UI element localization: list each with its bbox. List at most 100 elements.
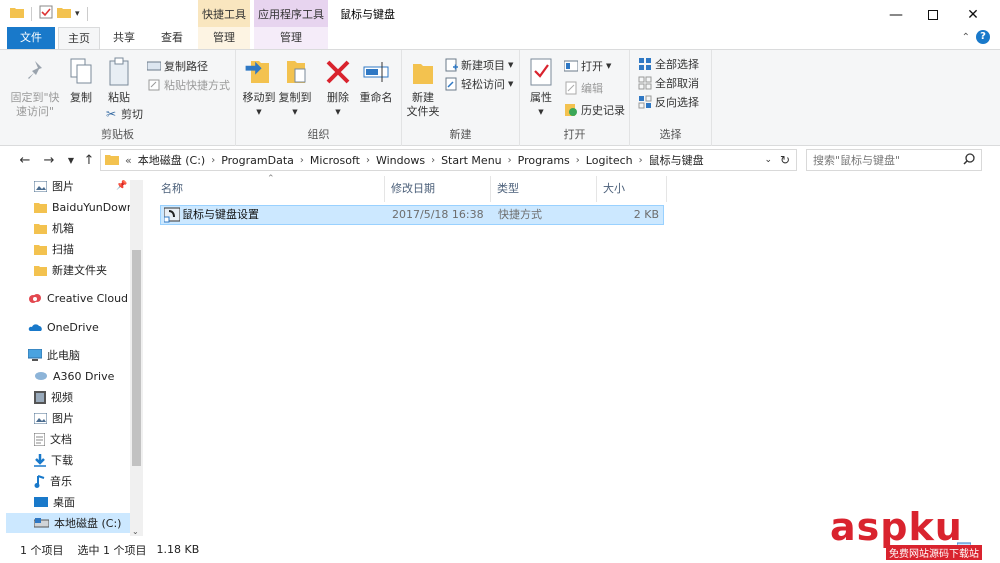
delete-dropdown-icon: ▼ <box>335 108 341 116</box>
breadcrumb-item[interactable]: Start Menu <box>441 154 502 167</box>
easy-access-button[interactable]: 轻松访问 ▼ <box>444 75 513 93</box>
select-none-button[interactable]: 全部取消 <box>638 74 699 92</box>
nav-scrollbar-thumb[interactable] <box>132 250 141 466</box>
nav-item[interactable]: BaiduYunDown <box>0 197 130 217</box>
pin-quick-access-button[interactable]: 固定到"快 速访问" <box>10 56 60 119</box>
nav-item[interactable]: 本地磁盘 (C:) <box>6 513 130 533</box>
breadcrumb-separator-icon[interactable]: › <box>366 155 370 166</box>
history-button[interactable]: 历史记录 <box>564 101 625 119</box>
invert-selection-button[interactable]: 反向选择 <box>638 93 699 111</box>
watermark-main: aspku <box>830 505 963 549</box>
breadcrumb-separator-icon[interactable]: › <box>211 155 215 166</box>
breadcrumb-item[interactable]: ProgramData <box>221 154 294 167</box>
nav-item[interactable]: 扫描 <box>0 239 130 259</box>
select-all-button[interactable]: 全部选择 <box>638 55 699 73</box>
delete-button[interactable]: 删除 ▼ <box>322 56 354 119</box>
nav-item[interactable]: Creative Cloud F <box>0 288 130 308</box>
search-box[interactable]: 搜索"鼠标与键盘" <box>806 149 982 171</box>
nav-item[interactable]: 下载 <box>0 450 130 470</box>
maximize-button[interactable] <box>913 0 953 29</box>
properties-check-icon[interactable] <box>39 5 53 22</box>
open-button[interactable]: 打开 ▼ <box>564 57 611 75</box>
cut-button[interactable]: ✂ 剪切 <box>104 105 143 123</box>
breadcrumb-overflow[interactable]: « <box>125 154 132 167</box>
nav-item[interactable]: 文档 <box>0 429 130 449</box>
delete-icon <box>323 56 353 88</box>
breadcrumb-item[interactable]: Programs <box>518 154 570 167</box>
nav-item[interactable]: 图片 <box>0 176 130 196</box>
breadcrumb-item[interactable]: Microsoft <box>310 154 360 167</box>
paste-icon <box>104 56 134 88</box>
back-button[interactable]: ← <box>16 151 34 169</box>
tab-file[interactable]: 文件 <box>7 27 55 49</box>
new-group: 新建 文件夹 新建项目 ▼ 轻松访问 ▼ 新建 <box>402 50 520 146</box>
copy-button[interactable]: 复制 <box>64 56 98 105</box>
properties-button[interactable]: 属性 ▼ <box>524 56 558 119</box>
chevron-up-icon[interactable]: ⌃ <box>962 32 970 43</box>
edit-button[interactable]: 编辑 <box>564 79 603 97</box>
column-header-modified[interactable]: 修改日期 <box>385 176 491 202</box>
breadcrumb-item[interactable]: Windows <box>376 154 425 167</box>
ribbon: 固定到"快 速访问" 复制 粘贴 复制路径 粘贴快捷方式 ✂ 剪切 剪贴板 移动… <box>0 49 1000 146</box>
address-bar[interactable]: « 本地磁盘 (C:) › ProgramData › Microsoft › Window… <box>100 149 797 171</box>
nav-item[interactable]: OneDrive <box>0 317 130 337</box>
new-folder-icon[interactable] <box>57 6 71 21</box>
paste-button[interactable]: 粘贴 <box>102 56 136 105</box>
tab-manage-app[interactable]: 管理 <box>254 27 328 49</box>
tab-home[interactable]: 主页 <box>58 27 100 49</box>
breadcrumb-separator-icon[interactable]: › <box>508 155 512 166</box>
close-button[interactable]: ✕ <box>953 0 993 29</box>
nav-item-label: 下载 <box>51 454 73 467</box>
easy-access-icon <box>444 77 458 91</box>
new-folder-button[interactable]: 新建 文件夹 <box>404 56 442 119</box>
breadcrumb-item[interactable]: 鼠标与键盘 <box>649 152 704 168</box>
copy-to-button[interactable]: 复制到 ▼ <box>276 56 314 119</box>
nav-item[interactable]: 音乐 <box>0 471 130 491</box>
nav-item[interactable]: A360 Drive <box>0 366 130 386</box>
back-arrow-icon: ← <box>19 152 31 168</box>
scroll-down-icon[interactable]: ⌄ <box>132 527 139 536</box>
column-header-name[interactable]: 名称 <box>155 176 385 202</box>
column-header-size[interactable]: 大小 <box>597 176 667 202</box>
tab-share[interactable]: 共享 <box>104 27 144 49</box>
refresh-icon[interactable]: ↻ <box>780 153 790 167</box>
properties-icon <box>526 56 556 88</box>
pin-label-2: 速访问" <box>15 105 55 118</box>
nav-item[interactable]: 桌面 <box>0 492 130 512</box>
paste-shortcut-button[interactable]: 粘贴快捷方式 <box>147 76 230 94</box>
up-button[interactable]: ↑ <box>80 151 98 169</box>
nav-item[interactable]: 视频 <box>0 387 130 407</box>
copy-path-button[interactable]: 复制路径 <box>147 57 208 75</box>
file-row[interactable]: 鼠标与键盘设置 2017/5/18 16:38 快捷方式 2 KB <box>160 205 664 225</box>
forward-button[interactable]: → <box>40 151 58 169</box>
nav-item[interactable]: 图片 <box>0 408 130 428</box>
address-dropdown-icon[interactable]: ⌄ <box>764 155 772 165</box>
breadcrumb-item[interactable]: 本地磁盘 (C:) <box>138 152 205 168</box>
tab-manage-shortcut[interactable]: 管理 <box>198 27 250 49</box>
nav-item[interactable]: 此电脑 <box>0 345 130 365</box>
tab-view[interactable]: 查看 <box>152 27 192 49</box>
new-item-button[interactable]: 新建项目 ▼ <box>444 56 513 74</box>
customize-qat-icon[interactable]: ▾ <box>75 9 80 19</box>
file-list: ⌃ 名称 修改日期 类型 大小 鼠标与键盘设置 2017/5/18 16:38 … <box>143 174 1000 536</box>
move-to-button[interactable]: 移动到 ▼ <box>240 56 278 119</box>
column-header-type[interactable]: 类型 <box>491 176 597 202</box>
this-pc-icon <box>28 349 42 361</box>
creative-cloud-icon <box>28 292 42 304</box>
breadcrumb-separator-icon[interactable]: › <box>300 155 304 166</box>
downloads-icon <box>34 453 46 467</box>
breadcrumb-item[interactable]: Logitech <box>586 154 633 167</box>
breadcrumb-separator-icon[interactable]: › <box>576 155 580 166</box>
nav-scrollbar[interactable]: ⌄ <box>130 180 143 536</box>
properties-dropdown-icon: ▼ <box>538 108 544 116</box>
nav-item[interactable]: 机箱 <box>0 218 130 238</box>
breadcrumb-separator-icon[interactable]: › <box>431 155 435 166</box>
help-icon[interactable]: ? <box>976 30 990 44</box>
pin-label-1: 固定到"快 <box>10 91 60 104</box>
rename-button[interactable]: 重命名 <box>356 56 396 105</box>
a360-icon <box>34 371 48 381</box>
nav-item[interactable]: 新建文件夹 <box>0 260 130 280</box>
recent-locations-button[interactable]: ▼ <box>62 151 80 169</box>
minimize-button[interactable]: — <box>876 0 916 29</box>
breadcrumb-separator-icon[interactable]: › <box>639 155 643 166</box>
